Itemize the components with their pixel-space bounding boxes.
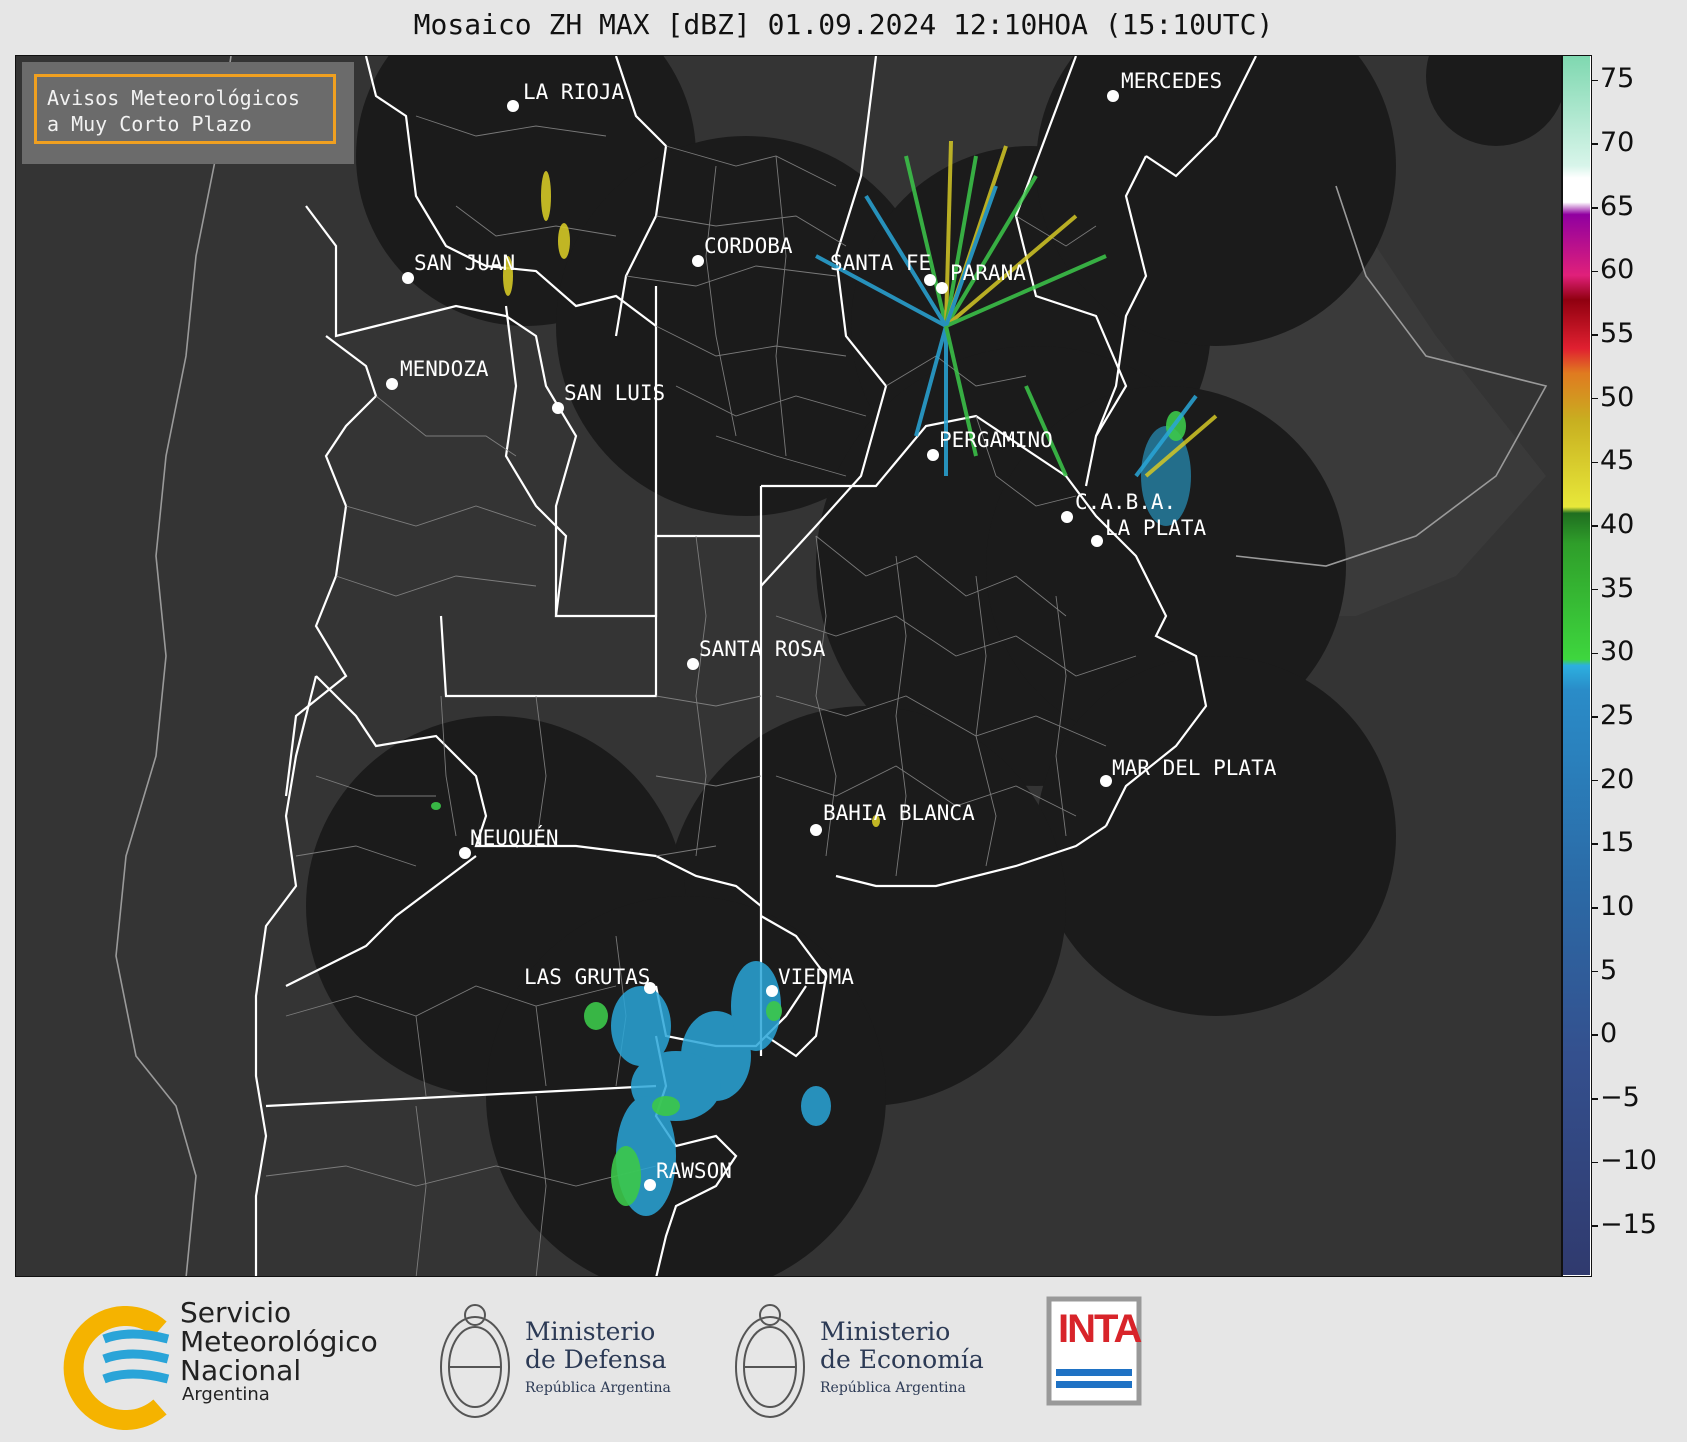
smn-line1: Servicio — [180, 1296, 292, 1329]
colorbar-tick-label: −10 — [1600, 1145, 1657, 1177]
defensa-line2: de Defensa — [525, 1345, 667, 1374]
svg-text:NEUQUÉN: NEUQUÉN — [470, 825, 559, 850]
colorbar-tickmark — [1592, 843, 1598, 845]
svg-text:PARANA: PARANA — [950, 261, 1026, 285]
colorbar-tickmark — [1592, 334, 1598, 336]
colorbar-tick-label: −15 — [1600, 1209, 1657, 1241]
avisos-line1: Avisos Meteorológicos — [47, 86, 300, 110]
colorbar-tick-label: 55 — [1600, 318, 1635, 350]
colorbar-tickmark — [1592, 207, 1598, 209]
economia-line1: Ministerio — [820, 1317, 951, 1346]
colorbar-tick-label: 15 — [1600, 827, 1635, 859]
defensa-logo-text: Ministerio de Defensa — [525, 1318, 666, 1374]
svg-text:VIEDMA: VIEDMA — [778, 965, 854, 989]
colorbar-tickmark — [1592, 716, 1598, 718]
escudo-defensa-icon — [440, 1304, 510, 1418]
map-canvas: LA RIOJA MERCEDES CORDOBA SAN JUAN SANTA… — [16, 56, 1561, 1276]
svg-text:C.A.B.A.: C.A.B.A. — [1075, 490, 1176, 514]
smn-logo-sub: Argentina — [182, 1384, 270, 1405]
svg-text:SANTA FE: SANTA FE — [830, 251, 931, 275]
colorbar — [1562, 55, 1592, 1277]
svg-text:SAN JUAN: SAN JUAN — [414, 251, 515, 275]
avisos-panel[interactable]: Avisos Meteorológicos a Muy Corto Plazo — [22, 62, 354, 164]
colorbar-tickmark — [1592, 143, 1598, 145]
svg-text:LA RIOJA: LA RIOJA — [523, 80, 625, 104]
svg-text:SANTA ROSA: SANTA ROSA — [699, 637, 826, 661]
radar-map[interactable]: LA RIOJA MERCEDES CORDOBA SAN JUAN SANTA… — [15, 55, 1562, 1277]
colorbar-tick-label: 75 — [1600, 63, 1635, 95]
svg-text:RAWSON: RAWSON — [656, 1159, 732, 1183]
colorbar-tickmark — [1592, 970, 1598, 973]
defensa-line1: Ministerio — [525, 1317, 656, 1346]
svg-text:LAS GRUTAS: LAS GRUTAS — [524, 965, 650, 989]
colorbar-tick-label: −5 — [1600, 1081, 1640, 1113]
smn-line2: Meteorológico — [180, 1325, 378, 1358]
colorbar-tickmark — [1592, 779, 1598, 782]
colorbar-tickmark — [1592, 652, 1598, 655]
economia-logo-sub: República Argentina — [820, 1380, 966, 1396]
colorbar-tickmark — [1592, 1098, 1598, 1100]
colorbar-tick-label: 65 — [1600, 190, 1635, 222]
colorbar-tick-label: 0 — [1600, 1018, 1618, 1050]
svg-text:PERGAMINO: PERGAMINO — [939, 428, 1053, 452]
colorbar-tickmark — [1592, 525, 1598, 527]
inta-logo-text: INTA — [1058, 1307, 1142, 1351]
colorbar-tick-label: 50 — [1600, 381, 1635, 413]
colorbar-tickmark — [1592, 907, 1598, 909]
smn-logo-text: Servicio Meteorológico Nacional — [180, 1298, 378, 1385]
svg-text:LA PLATA: LA PLATA — [1105, 516, 1207, 540]
svg-text:BAHIA BLANCA: BAHIA BLANCA — [823, 801, 975, 825]
escudo-economia-icon — [735, 1304, 805, 1418]
colorbar-tickmark — [1592, 461, 1598, 464]
colorbar-tick-label: 20 — [1600, 763, 1635, 795]
svg-text:SAN LUIS: SAN LUIS — [564, 381, 665, 405]
svg-text:MAR DEL PLATA: MAR DEL PLATA — [1112, 756, 1277, 780]
smn-line3: Nacional — [180, 1354, 302, 1387]
colorbar-tick-label: 40 — [1600, 508, 1635, 540]
colorbar-tickmark — [1592, 588, 1598, 591]
smn-logo-icon — [63, 1306, 170, 1430]
colorbar-tick-label: 35 — [1600, 572, 1635, 604]
svg-text:MERCEDES: MERCEDES — [1121, 69, 1222, 93]
economia-line2: de Economía — [820, 1345, 984, 1374]
colorbar-tick-label: 10 — [1600, 890, 1635, 922]
colorbar-gradient — [1563, 56, 1590, 1275]
avisos-line2: a Muy Corto Plazo — [47, 112, 252, 136]
colorbar-tick-label: 70 — [1600, 127, 1635, 159]
colorbar-tickmark — [1592, 397, 1598, 400]
colorbar-tickmark — [1592, 1161, 1598, 1164]
colorbar-tick-label: 5 — [1600, 954, 1618, 986]
defensa-logo-sub: República Argentina — [525, 1380, 671, 1396]
economia-logo-text: Ministerio de Economía — [820, 1318, 984, 1374]
colorbar-tickmark — [1592, 1034, 1598, 1036]
colorbar-tick-label: 25 — [1600, 699, 1635, 731]
svg-text:MENDOZA: MENDOZA — [400, 357, 489, 381]
colorbar-tick-label: 30 — [1600, 636, 1635, 668]
colorbar-tick-label: 45 — [1600, 445, 1635, 477]
svg-text:CORDOBA: CORDOBA — [704, 234, 793, 258]
colorbar-tickmark — [1592, 270, 1598, 273]
map-title: Mosaico ZH MAX [dBZ] 01.09.2024 12:10HOA… — [413, 8, 1274, 41]
colorbar-tickmark — [1592, 1225, 1598, 1227]
colorbar-tickmark — [1592, 79, 1598, 82]
colorbar-tick-label: 60 — [1600, 254, 1635, 286]
avisos-box[interactable]: Avisos Meteorológicos a Muy Corto Plazo — [34, 74, 336, 144]
